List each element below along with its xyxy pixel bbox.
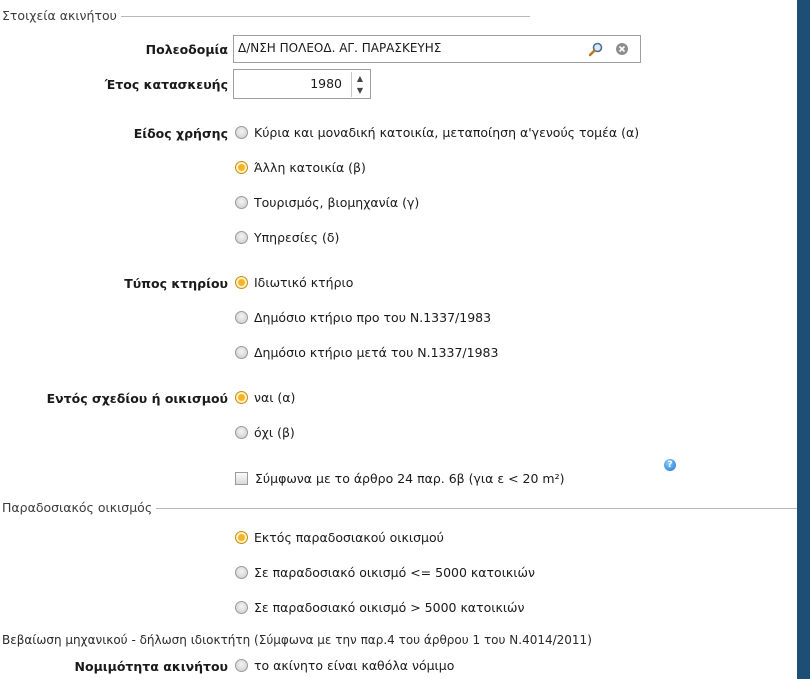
town-planning-label: Πολεοδομία <box>145 42 228 57</box>
radio-button[interactable] <box>235 311 248 324</box>
legality-label: Νομιμότητα ακινήτου <box>74 659 228 674</box>
plan-label: Εντός σχεδίου ή οικισμού <box>46 391 228 406</box>
search-icon[interactable] <box>586 39 606 59</box>
building-type-option-label: Δημόσιο κτήριο προ του Ν.1337/1983 <box>254 310 492 325</box>
radio-button-selected[interactable] <box>235 276 248 289</box>
radio-button[interactable] <box>235 231 248 244</box>
plan-option-no[interactable]: όχι (β) <box>235 425 295 440</box>
radio-button[interactable] <box>235 601 248 614</box>
use-option-b[interactable]: Άλλη κατοικία (β) <box>235 160 366 175</box>
checkbox[interactable] <box>235 472 248 485</box>
article-24-checkbox[interactable]: Σύμφωνα με το άρθρο 24 παρ. 6β (για ε < … <box>235 471 564 486</box>
year-label: Έτος κατασκευής <box>104 77 228 92</box>
radio-button[interactable] <box>235 346 248 359</box>
building-type-private[interactable]: Ιδιωτικό κτήριο <box>235 275 353 290</box>
traditional-option-outside[interactable]: Εκτός παραδοσιακού οικισμού <box>235 530 444 545</box>
traditional-section-title: Παραδοσιακός οικισμός <box>2 500 157 515</box>
radio-button[interactable] <box>235 196 248 209</box>
traditional-option-label: Σε παραδοσιακό οικισμό <= 5000 κατοικιών <box>254 565 535 580</box>
radio-button[interactable] <box>235 659 248 672</box>
traditional-option-label: Εκτός παραδοσιακού οικισμού <box>254 530 444 545</box>
use-option-label: Κύρια και μοναδική κατοικία, μεταποίηση … <box>254 125 640 140</box>
chevron-up-icon[interactable]: ▲ <box>357 74 363 83</box>
use-option-label: Υπηρεσίες (δ) <box>254 230 340 245</box>
radio-button-selected[interactable] <box>235 161 248 174</box>
declaration-title: Βεβαίωση μηχανικού - δήλωση ιδιοκτήτη (Σ… <box>2 633 592 647</box>
radio-button[interactable] <box>235 426 248 439</box>
radio-button-selected[interactable] <box>235 531 248 544</box>
traditional-option-large[interactable]: Σε παραδοσιακό οικισμό > 5000 κατοικιών <box>235 600 525 615</box>
use-option-c[interactable]: Τουρισμός, βιομηχανία (γ) <box>235 195 419 210</box>
property-form-panel: Στοιχεία ακινήτου Πολεοδομία Δ/ΝΣΗ ΠΟΛΕΟ… <box>0 0 797 679</box>
building-type-public-after[interactable]: Δημόσιο κτήριο μετά του Ν.1337/1983 <box>235 345 498 360</box>
use-option-a[interactable]: Κύρια και μοναδική κατοικία, μεταποίηση … <box>235 125 639 140</box>
property-section-title: Στοιχεία ακινήτου <box>2 8 121 23</box>
plan-option-yes[interactable]: ναι (α) <box>235 390 295 405</box>
plan-option-label: όχι (β) <box>254 425 295 440</box>
legality-option[interactable]: το ακίνητο είναι καθόλα νόμιμο <box>235 658 454 673</box>
chevron-down-icon[interactable]: ▼ <box>357 86 363 95</box>
use-type-label: Είδος χρήσης <box>133 126 228 141</box>
radio-button-selected[interactable] <box>235 391 248 404</box>
building-type-option-label: Ιδιωτικό κτήριο <box>254 275 354 290</box>
help-icon[interactable]: ? <box>664 459 676 471</box>
year-stepper[interactable]: 1980 ▲ ▼ <box>233 69 371 99</box>
clear-icon[interactable] <box>612 39 632 59</box>
radio-button[interactable] <box>235 126 248 139</box>
building-type-public-before[interactable]: Δημόσιο κτήριο προ του Ν.1337/1983 <box>235 310 491 325</box>
plan-option-label: ναι (α) <box>254 390 296 405</box>
traditional-option-label: Σε παραδοσιακό οικισμό > 5000 κατοικιών <box>254 600 525 615</box>
building-type-label: Τύπος κτηρίου <box>124 276 228 291</box>
traditional-option-small[interactable]: Σε παραδοσιακό οικισμό <= 5000 κατοικιών <box>235 565 535 580</box>
radio-button[interactable] <box>235 566 248 579</box>
year-spinner[interactable]: ▲ ▼ <box>351 72 368 97</box>
town-planning-field[interactable]: Δ/ΝΣΗ ΠΟΛΕΟΔ. ΑΓ. ΠΑΡΑΣΚΕΥΗΣ <box>233 35 641 63</box>
use-option-label: Άλλη κατοικία (β) <box>254 160 366 175</box>
building-type-option-label: Δημόσιο κτήριο μετά του Ν.1337/1983 <box>254 345 499 360</box>
use-option-label: Τουρισμός, βιομηχανία (γ) <box>254 195 420 210</box>
legality-option-label: το ακίνητο είναι καθόλα νόμιμο <box>254 658 455 673</box>
article-24-label: Σύμφωνα με το άρθρο 24 παρ. 6β (για ε < … <box>255 471 565 486</box>
use-option-d[interactable]: Υπηρεσίες (δ) <box>235 230 339 245</box>
town-planning-value: Δ/ΝΣΗ ΠΟΛΕΟΔ. ΑΓ. ΠΑΡΑΣΚΕΥΗΣ <box>238 41 442 55</box>
year-value: 1980 <box>310 76 342 91</box>
